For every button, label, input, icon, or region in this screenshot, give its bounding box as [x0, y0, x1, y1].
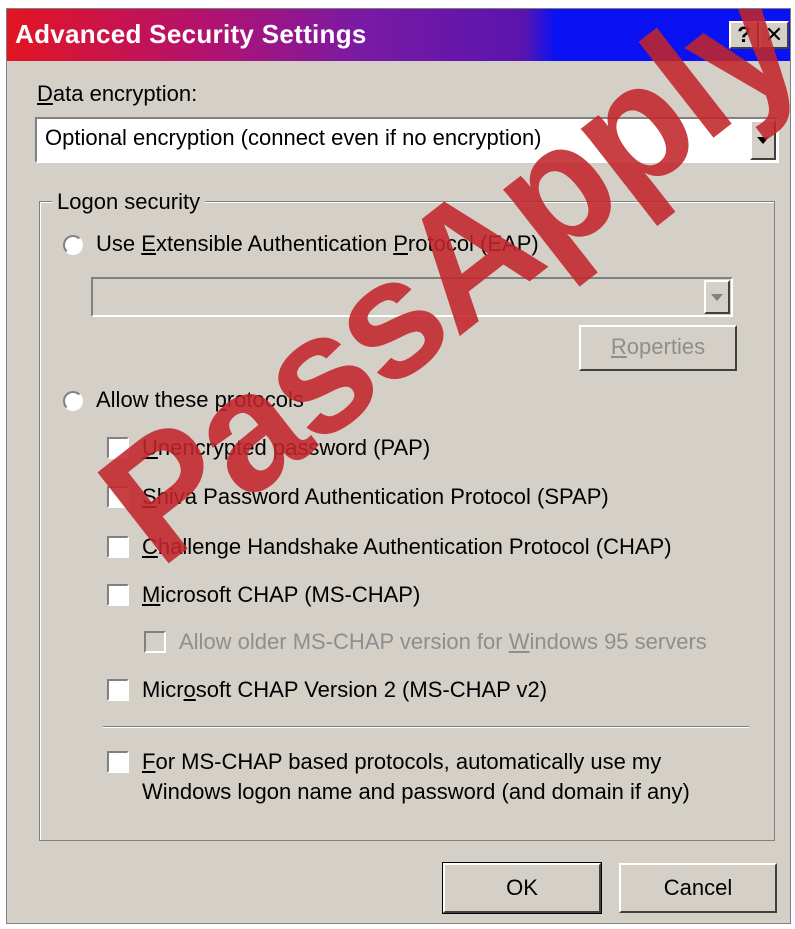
ms-chap-v2-checkbox[interactable] [107, 679, 129, 701]
window-title: Advanced Security Settings [15, 19, 367, 49]
logon-security-legend: Logon security [52, 189, 206, 215]
data-encryption-label: Data encryption: [37, 81, 198, 106]
eap-properties-button[interactable]: Roperties [579, 325, 737, 371]
help-button[interactable]: ? [729, 21, 759, 49]
eap-radio[interactable] [63, 235, 83, 255]
allow-protocols-label[interactable]: Allow these protocols [96, 387, 304, 413]
allow-older-ms-chap-label[interactable]: Allow older MS-CHAP version for Windows … [179, 629, 707, 655]
close-button[interactable]: ✕ [759, 21, 789, 49]
pap-label[interactable]: Unencrypted password (PAP) [142, 435, 430, 461]
title-bar[interactable]: Advanced Security Settings ? ✕ [7, 9, 790, 61]
ms-chap-v2-label[interactable]: Microsoft CHAP Version 2 (MS-CHAP v2) [142, 677, 547, 703]
allow-older-ms-chap-checkbox[interactable] [144, 631, 166, 653]
data-encryption-value: Optional encryption (connect even if no … [45, 125, 542, 150]
ms-chap-checkbox[interactable] [107, 584, 129, 606]
ok-button[interactable]: OK [442, 862, 602, 914]
cancel-button[interactable]: Cancel [619, 863, 777, 913]
spap-checkbox[interactable] [107, 486, 129, 508]
eap-type-select[interactable] [91, 277, 733, 317]
advanced-security-settings-dialog: Advanced Security Settings ? ✕ Data encr… [6, 8, 791, 924]
chap-checkbox[interactable] [107, 536, 129, 558]
chevron-down-icon[interactable] [750, 120, 776, 160]
eap-label[interactable]: Use Extensible Authentication Protocol (… [96, 231, 539, 257]
ms-chap-label[interactable]: Microsoft CHAP (MS-CHAP) [142, 582, 420, 608]
use-windows-logon-label-line2[interactable]: Windows logon name and password (and dom… [142, 779, 690, 805]
pap-checkbox[interactable] [107, 437, 129, 459]
data-encryption-select[interactable]: Optional encryption (connect even if no … [35, 117, 779, 163]
separator [103, 726, 749, 728]
use-windows-logon-checkbox[interactable] [107, 751, 129, 773]
chevron-down-icon[interactable] [704, 280, 730, 314]
spap-label[interactable]: Shiva Password Authentication Protocol (… [142, 484, 609, 510]
chap-label[interactable]: Challenge Handshake Authentication Proto… [142, 534, 672, 560]
allow-protocols-radio[interactable] [63, 391, 83, 411]
use-windows-logon-label-line1[interactable]: For MS-CHAP based protocols, automatical… [142, 749, 661, 775]
